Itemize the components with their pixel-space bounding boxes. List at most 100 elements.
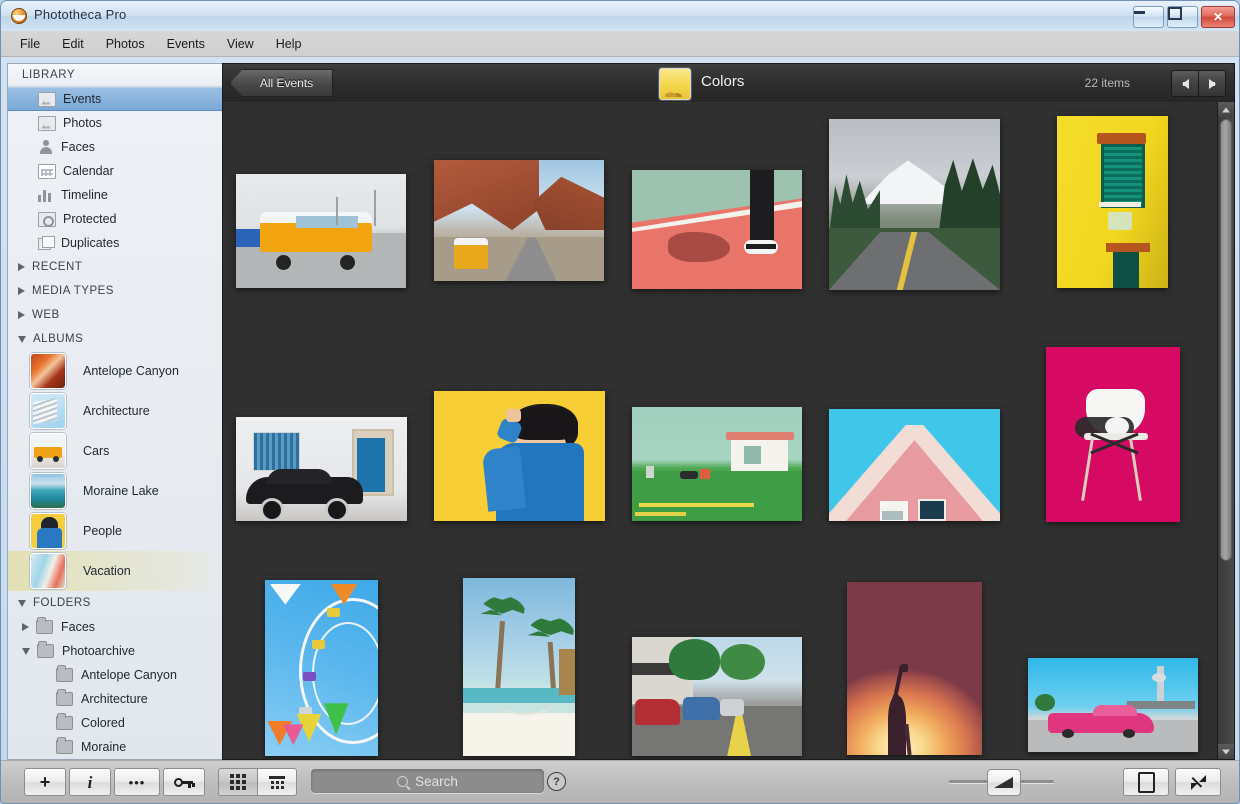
chevron-right-icon[interactable] xyxy=(22,623,29,631)
sidebar-group-label: FOLDERS xyxy=(33,597,91,609)
sidebar-album-label: Cars xyxy=(83,444,110,458)
photo-yellow-wall-window[interactable] xyxy=(1057,116,1168,288)
sidebar-album-architecture[interactable]: Architecture xyxy=(8,391,222,431)
photo-sunset-silhouette[interactable] xyxy=(847,582,982,755)
menu-events[interactable]: Events xyxy=(156,34,216,54)
menu-help[interactable]: Help xyxy=(265,34,313,54)
sidebar-group-recent[interactable]: RECENT xyxy=(8,255,222,279)
sidebar-library-header: LIBRARY xyxy=(8,64,222,87)
sidebar-group-albums[interactable]: ALBUMS xyxy=(8,327,222,351)
photo-grid[interactable] xyxy=(223,102,1218,759)
scroll-down-button[interactable] xyxy=(1218,744,1234,759)
photo-ferris-wheel-flags[interactable] xyxy=(265,580,378,756)
arrow-right-icon xyxy=(1208,78,1216,89)
search-input[interactable]: Search xyxy=(311,769,544,793)
grid-view-button[interactable] xyxy=(218,768,258,796)
chevron-down-icon xyxy=(18,335,26,343)
previous-event-button[interactable] xyxy=(1171,70,1198,97)
view-mode-toggle xyxy=(218,768,297,796)
next-event-button[interactable] xyxy=(1198,70,1226,97)
scroll-up-button[interactable] xyxy=(1218,102,1234,117)
sidebar-album-moraine-lake[interactable]: Moraine Lake xyxy=(8,471,222,511)
vacation-thumb xyxy=(30,553,66,589)
sidebar-folder-faces[interactable]: Faces xyxy=(8,615,222,639)
arrow-down-icon xyxy=(1222,749,1230,754)
search-placeholder: Search xyxy=(415,773,458,789)
photo-green-house-lawn[interactable] xyxy=(632,407,802,521)
close-button[interactable]: ✕ xyxy=(1201,6,1235,28)
list-view-icon xyxy=(269,775,285,789)
sidebar-group-folders[interactable]: FOLDERS xyxy=(8,591,222,615)
photo-legs-on-court[interactable] xyxy=(632,170,802,289)
vertical-scrollbar[interactable] xyxy=(1217,102,1234,759)
sidebar-group-media-types[interactable]: MEDIA TYPES xyxy=(8,279,222,303)
sidebar-album-label: Moraine Lake xyxy=(83,484,159,498)
moraine-lake-thumb xyxy=(30,473,66,509)
photo-cat-white-chair-pink[interactable] xyxy=(1046,347,1180,522)
more-options-button[interactable]: ••• xyxy=(114,768,160,796)
sidebar-group-label: MEDIA TYPES xyxy=(32,285,114,297)
sidebar-folder-antelope-canyon[interactable]: Antelope Canyon xyxy=(8,663,222,687)
sidebar-album-cars[interactable]: Cars xyxy=(8,431,222,471)
add-button[interactable]: + xyxy=(24,768,66,796)
sidebar-folder-photoarchive[interactable]: Photoarchive xyxy=(8,639,222,663)
sidebar-item-faces[interactable]: Faces xyxy=(8,135,222,159)
maximize-button[interactable] xyxy=(1167,6,1198,28)
sidebar-folder-architecture[interactable]: Architecture xyxy=(8,687,222,711)
photo-yellow-van-parking-lot[interactable] xyxy=(236,174,406,288)
item-count-label: 22 items xyxy=(1084,76,1130,90)
list-view-button[interactable] xyxy=(258,768,297,796)
duplicates-icon xyxy=(38,236,55,250)
chevron-right-icon xyxy=(18,263,25,271)
sidebar-album-people[interactable]: People xyxy=(8,511,222,551)
photo-pink-roof-blue-sky[interactable] xyxy=(829,409,1000,521)
sidebar-item-events[interactable]: Events xyxy=(8,87,222,111)
sidebar-item-label: Events xyxy=(63,92,102,106)
sidebar-group-label: ALBUMS xyxy=(33,333,84,345)
panel-toggle-button[interactable] xyxy=(1123,768,1169,796)
sidebar-album-label: Architecture xyxy=(83,404,150,418)
photo-boy-yellow-background[interactable] xyxy=(434,391,605,521)
scrollbar-thumb[interactable] xyxy=(1220,119,1232,561)
protect-key-button[interactable] xyxy=(163,768,205,796)
sidebar-folder-colored[interactable]: Colored xyxy=(8,711,222,735)
photo-mountain-road[interactable] xyxy=(829,119,1000,290)
sidebar-folder-moraine[interactable]: Moraine xyxy=(8,735,222,759)
menu-file[interactable]: File xyxy=(9,34,51,54)
sidebar-group-web[interactable]: WEB xyxy=(8,303,222,327)
sidebar-item-timeline[interactable]: Timeline xyxy=(8,183,222,207)
menu-photos[interactable]: Photos xyxy=(95,34,156,54)
sidebar-item-duplicates[interactable]: Duplicates xyxy=(8,231,222,255)
fullscreen-button[interactable] xyxy=(1175,768,1221,796)
key-icon xyxy=(174,777,195,788)
photo-palm-trees-beach[interactable] xyxy=(463,578,575,756)
menu-edit[interactable]: Edit xyxy=(51,34,95,54)
photo-street-palm-cars[interactable] xyxy=(632,637,802,756)
thumbnail-size-slider-handle[interactable] xyxy=(987,769,1021,796)
sidebar-album-antelope-canyon[interactable]: Antelope Canyon xyxy=(8,351,222,391)
calendar-icon xyxy=(38,163,56,179)
help-button[interactable]: ? xyxy=(547,772,566,791)
menu-view[interactable]: View xyxy=(216,34,265,54)
sidebar-album-label: Vacation xyxy=(83,564,131,578)
question-mark-icon: ? xyxy=(553,775,560,788)
sidebar: LIBRARY Events Photos Faces Calendar Tim… xyxy=(7,63,222,760)
chevron-down-icon[interactable] xyxy=(22,647,30,655)
chevron-right-icon xyxy=(18,287,25,295)
info-button[interactable]: i xyxy=(69,768,111,796)
protected-icon xyxy=(38,211,56,227)
all-events-back-button[interactable]: All Events xyxy=(230,69,333,97)
photo-van-desert-road[interactable] xyxy=(434,160,604,281)
folder-icon xyxy=(56,665,73,682)
sidebar-item-photos[interactable]: Photos xyxy=(8,111,222,135)
photo-black-car-blue-door[interactable] xyxy=(236,417,407,521)
sidebar-item-label: Calendar xyxy=(63,164,114,178)
sidebar-item-calendar[interactable]: Calendar xyxy=(8,159,222,183)
sidebar-album-vacation[interactable]: Vacation xyxy=(8,551,222,591)
photo-pink-cadillac-vegas[interactable] xyxy=(1028,658,1198,752)
arrow-left-icon xyxy=(1181,78,1189,89)
sidebar-folder-label: Antelope Canyon xyxy=(81,668,177,682)
sidebar-album-label: People xyxy=(83,524,122,538)
minimize-button[interactable] xyxy=(1133,6,1164,28)
sidebar-item-protected[interactable]: Protected xyxy=(8,207,222,231)
